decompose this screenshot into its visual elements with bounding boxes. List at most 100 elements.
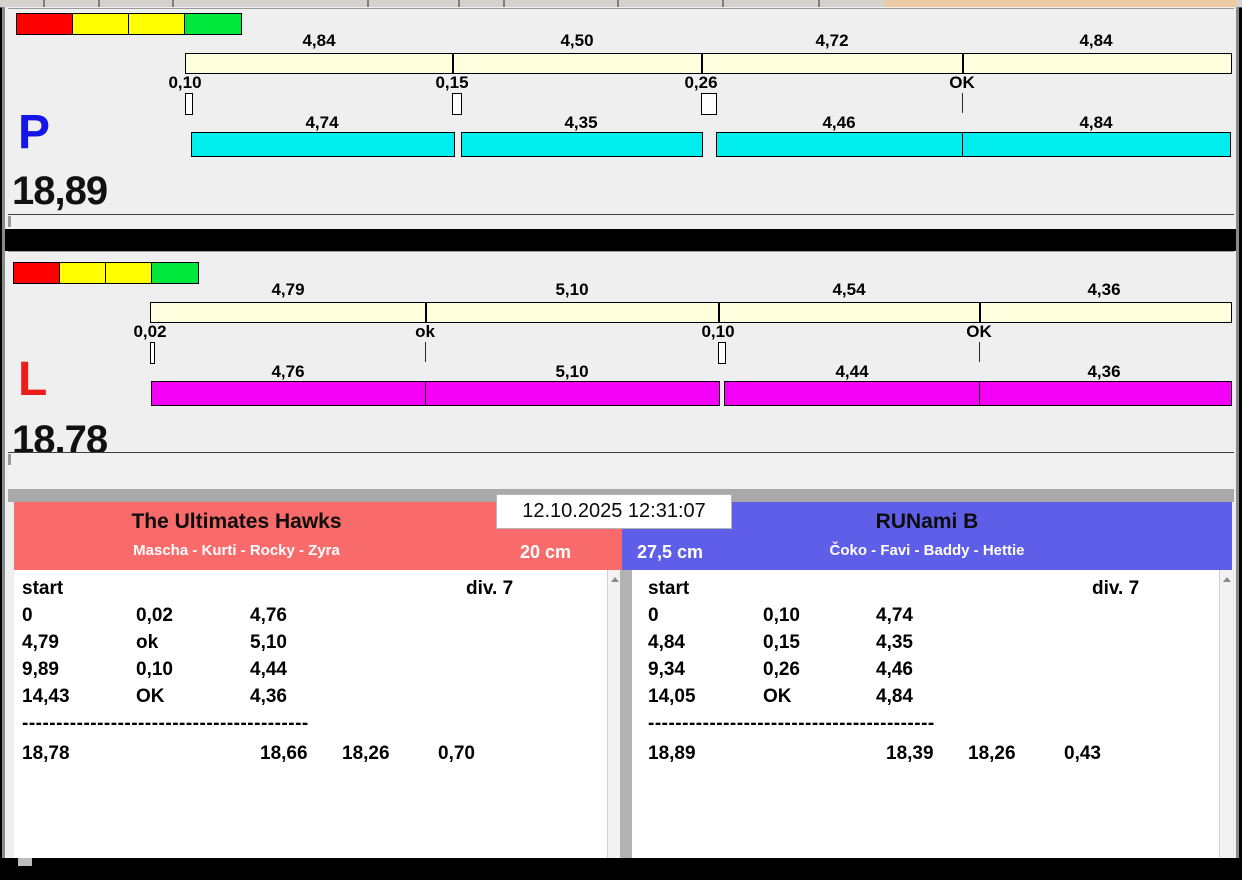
lane-L-letter: L xyxy=(18,353,48,406)
result-cell: 5,10 xyxy=(250,632,287,653)
pass-gap-label: OK xyxy=(966,322,992,341)
result-cell: 0,10 xyxy=(763,605,800,626)
toolbar-panel xyxy=(885,0,1236,7)
result-cell: 4,79 xyxy=(22,632,59,653)
team-left-result-list[interactable]: start div. 7 0 0,02 4,76 4,79 ok 5,10 9,89 0,10 4,… xyxy=(14,570,607,858)
result-cell: 14,05 xyxy=(648,686,696,707)
toolbar-separator xyxy=(503,0,505,7)
dog-time-bar-segment xyxy=(979,381,1232,406)
dog-time-label: 4,74 xyxy=(305,113,339,132)
interval-time-label: 4,50 xyxy=(560,31,594,50)
pass-gap-marker xyxy=(718,342,726,364)
result-cell: OK xyxy=(136,686,165,707)
window-border-right xyxy=(1236,7,1239,858)
result-cell: 9,89 xyxy=(22,659,59,680)
total-cell: 18,26 xyxy=(968,743,1016,764)
team-right-result-list[interactable]: start div. 7 0 0,10 4,74 4,84 0,15 4,35 9,34 0,26… xyxy=(632,570,1219,858)
total-cell: 18,26 xyxy=(342,743,390,764)
status-light xyxy=(16,13,74,35)
result-cell: 0 xyxy=(22,605,33,626)
status-light xyxy=(128,13,186,35)
total-cell: 18,78 xyxy=(22,743,70,764)
toolbar-separator xyxy=(818,0,820,7)
strip-tick xyxy=(8,216,11,227)
start-label: start xyxy=(22,578,64,599)
interval-bar-divider xyxy=(452,54,454,73)
toolbar-separator xyxy=(172,0,174,7)
dog-time-bar-segment xyxy=(425,381,720,406)
result-cell: 4,36 xyxy=(250,686,287,707)
dog-time-label: 4,84 xyxy=(1079,113,1113,132)
scrollbar-right[interactable] xyxy=(1219,570,1233,858)
pass-gap-marker xyxy=(701,93,717,115)
lane-P-section: P 18,89 4,84 4,50 4,72 4,84 0,10 0,15 0,26 OK 4,… xyxy=(8,8,1234,215)
toolbar-separator xyxy=(43,0,45,7)
dog-time-bar-segment xyxy=(461,132,703,157)
total-cell: 18,89 xyxy=(648,743,696,764)
result-cell: 14,43 xyxy=(22,686,70,707)
interval-time-label: 4,54 xyxy=(832,280,866,299)
total-cell: 18,39 xyxy=(886,743,934,764)
dog-time-label: 4,35 xyxy=(564,113,598,132)
scroll-up-icon[interactable] xyxy=(611,577,619,582)
interval-bar-divider xyxy=(962,54,964,73)
status-light xyxy=(184,13,242,35)
pass-gap-label: 0,26 xyxy=(684,73,718,92)
toolbar-separator xyxy=(722,0,724,7)
pass-gap-label: 0,10 xyxy=(168,73,202,92)
interval-time-label: 4,72 xyxy=(815,31,849,50)
result-cell: 4,44 xyxy=(250,659,287,680)
panel-divider xyxy=(620,570,632,858)
result-cell: ok xyxy=(136,632,159,653)
bottom-bar xyxy=(0,858,1242,880)
result-cell: 4,35 xyxy=(876,632,913,653)
lane-P-letter: P xyxy=(18,106,51,159)
result-cell: 0,26 xyxy=(763,659,800,680)
lane-L-section: L 18,78 4,79 5,10 4,54 4,36 0,02 ok 0,10 OK 4,76… xyxy=(8,251,1234,460)
result-cell: 0,15 xyxy=(763,632,800,653)
result-cell: 4,46 xyxy=(876,659,913,680)
pass-gap-label: 0,10 xyxy=(701,322,735,341)
result-cell: 4,84 xyxy=(876,686,913,707)
interval-time-label: 5,10 xyxy=(555,280,589,299)
result-cell: 0 xyxy=(648,605,659,626)
toolbar-separator xyxy=(458,0,460,7)
dog-time-label: 4,46 xyxy=(822,113,856,132)
interval-bar-divider xyxy=(701,54,703,73)
team-left-name: The Ultimates Hawks xyxy=(131,510,342,533)
totals-separator: ----------------------------------------… xyxy=(22,713,309,734)
dog-time-label: 4,36 xyxy=(1087,362,1121,381)
result-cell: 0,02 xyxy=(136,605,173,626)
pass-gap-marker xyxy=(150,342,155,364)
dog-time-bar-segment xyxy=(151,381,426,406)
result-cell: 4,76 xyxy=(250,605,287,626)
strip-tick xyxy=(8,454,11,465)
section-divider xyxy=(5,229,1236,251)
datetime-display: 12.10.2025 12:31:07 xyxy=(496,494,732,529)
interval-bar xyxy=(150,302,1232,323)
status-light xyxy=(59,262,107,284)
scrollbar-left[interactable] xyxy=(607,570,621,858)
team-right-dogs: Čoko - Favi - Baddy - Hettie xyxy=(829,542,1025,559)
pass-gap-label: ok xyxy=(415,322,435,341)
division-label: div. 7 xyxy=(1092,578,1140,599)
interval-bar-divider xyxy=(425,303,427,322)
toolbar-separator xyxy=(98,0,100,7)
pass-gap-label: 0,02 xyxy=(133,322,167,341)
interval-bar-divider xyxy=(718,303,720,322)
total-cell: 0,43 xyxy=(1064,743,1101,764)
interval-bar-divider xyxy=(979,303,981,322)
interval-time-label: 4,79 xyxy=(271,280,305,299)
dog-time-label: 4,76 xyxy=(271,362,305,381)
status-strip-L xyxy=(8,452,1234,490)
status-light xyxy=(72,13,130,35)
dog-time-label: 4,44 xyxy=(835,362,869,381)
status-light xyxy=(105,262,153,284)
status-strip-P xyxy=(8,214,1234,229)
scroll-up-icon[interactable] xyxy=(1223,577,1231,582)
dog-time-label: 5,10 xyxy=(555,362,589,381)
result-cell: 9,34 xyxy=(648,659,685,680)
interval-bar xyxy=(185,53,1232,74)
dog-time-bar-segment xyxy=(716,132,964,157)
status-light xyxy=(13,262,61,284)
